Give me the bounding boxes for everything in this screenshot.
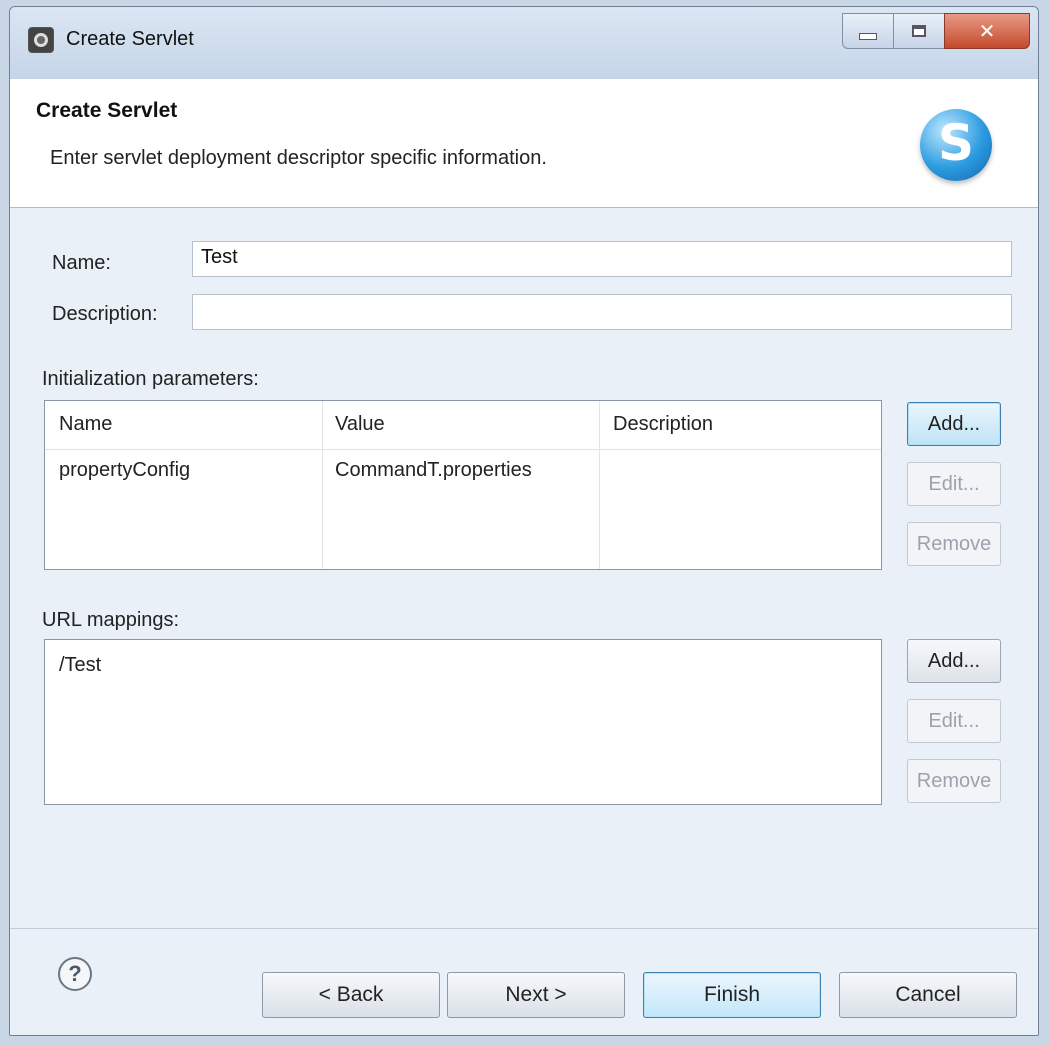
close-icon: ✕: [978, 19, 996, 43]
maximize-button[interactable]: [893, 13, 945, 49]
cell-param-value: CommandT.properties: [335, 459, 532, 481]
minimize-button[interactable]: [842, 13, 894, 49]
close-button[interactable]: ✕: [944, 13, 1030, 49]
column-header-description[interactable]: Description: [613, 413, 713, 436]
table-header: Name Value Description: [45, 401, 881, 450]
column-divider[interactable]: [599, 401, 600, 569]
name-label: Name:: [52, 252, 111, 274]
url-mapping-edit-button[interactable]: Edit...: [907, 699, 1001, 743]
url-mappings-label: URL mappings:: [42, 609, 180, 631]
logo-letter: S: [937, 114, 974, 172]
wizard-content: Name: Test Description: Initialization p…: [10, 208, 1038, 928]
wizard-footer: ? < Back Next > Finish Cancel: [10, 928, 1038, 1035]
init-params-label: Initialization parameters:: [42, 368, 259, 390]
url-mappings-list[interactable]: /Test: [44, 639, 882, 805]
title-bar[interactable]: Create Servlet ✕: [10, 7, 1038, 79]
init-param-edit-button[interactable]: Edit...: [907, 462, 1001, 506]
cell-param-name: propertyConfig: [59, 459, 191, 481]
page-description: Enter servlet deployment descriptor spec…: [50, 147, 547, 169]
maximize-icon: [912, 25, 926, 37]
wizard-header: Create Servlet Enter servlet deployment …: [10, 79, 1038, 208]
finish-button[interactable]: Finish: [643, 972, 821, 1018]
url-mapping-add-button[interactable]: Add...: [907, 639, 1001, 683]
servlet-app-icon[interactable]: [28, 27, 54, 53]
back-button[interactable]: < Back: [262, 972, 440, 1018]
init-param-remove-button[interactable]: Remove: [907, 522, 1001, 566]
name-field[interactable]: Test: [192, 241, 1012, 277]
window-title: Create Servlet: [66, 28, 194, 50]
column-divider[interactable]: [322, 401, 323, 569]
create-servlet-dialog: Create Servlet ✕ Create Servlet Enter se…: [9, 6, 1039, 1036]
description-field[interactable]: [192, 294, 1012, 330]
minimize-icon: [859, 32, 877, 40]
cancel-button[interactable]: Cancel: [839, 972, 1017, 1018]
list-item[interactable]: /Test: [59, 654, 101, 677]
column-header-value[interactable]: Value: [335, 413, 385, 436]
column-header-name[interactable]: Name: [59, 413, 112, 436]
description-label: Description:: [52, 303, 158, 325]
url-mapping-remove-button[interactable]: Remove: [907, 759, 1001, 803]
page-title: Create Servlet: [36, 99, 178, 122]
servlet-s-logo-icon: S: [920, 109, 992, 181]
help-icon[interactable]: ?: [58, 957, 92, 991]
init-params-table[interactable]: Name Value Description propertyConfig Co…: [44, 400, 882, 570]
init-param-add-button[interactable]: Add...: [907, 402, 1001, 446]
next-button[interactable]: Next >: [447, 972, 625, 1018]
